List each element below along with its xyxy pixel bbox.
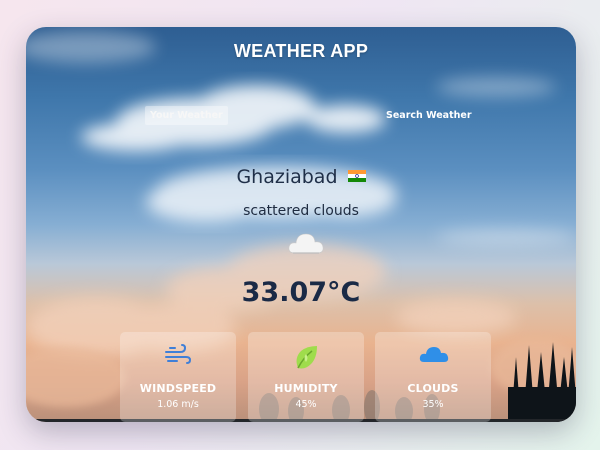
city-name: Ghaziabad xyxy=(236,166,338,188)
tab-your-weather[interactable]: Your Weather xyxy=(145,106,228,125)
tab-search-weather[interactable]: Search Weather xyxy=(381,106,477,125)
windspeed-card: WINDSPEED 1.06 m/s xyxy=(120,332,236,422)
clouds-value: 35% xyxy=(422,399,444,410)
wind-icon xyxy=(165,344,192,364)
humidity-card: HUMIDITY 45% xyxy=(248,332,364,422)
city-name-heading: Ghaziabad xyxy=(26,166,576,188)
clouds-icon xyxy=(419,347,449,362)
clouds-title: CLOUDS xyxy=(407,382,459,395)
cloud-icon xyxy=(288,233,324,254)
temperature-value: 33.07°C xyxy=(241,277,361,308)
windspeed-title: WINDSPEED xyxy=(139,382,217,395)
windspeed-value: 1.06 m/s xyxy=(157,399,199,410)
humidity-value: 45% xyxy=(295,399,317,410)
weather-description: scattered clouds xyxy=(243,203,359,219)
humidity-leaf-icon xyxy=(296,346,317,369)
clouds-card: CLOUDS 35% xyxy=(375,332,491,422)
humidity-title: HUMIDITY xyxy=(274,382,338,395)
india-flag-icon xyxy=(347,170,366,182)
weather-app-window: WEATHER APP Your Weather Search Weather … xyxy=(26,27,576,422)
app-title: WEATHER APP xyxy=(233,41,369,61)
